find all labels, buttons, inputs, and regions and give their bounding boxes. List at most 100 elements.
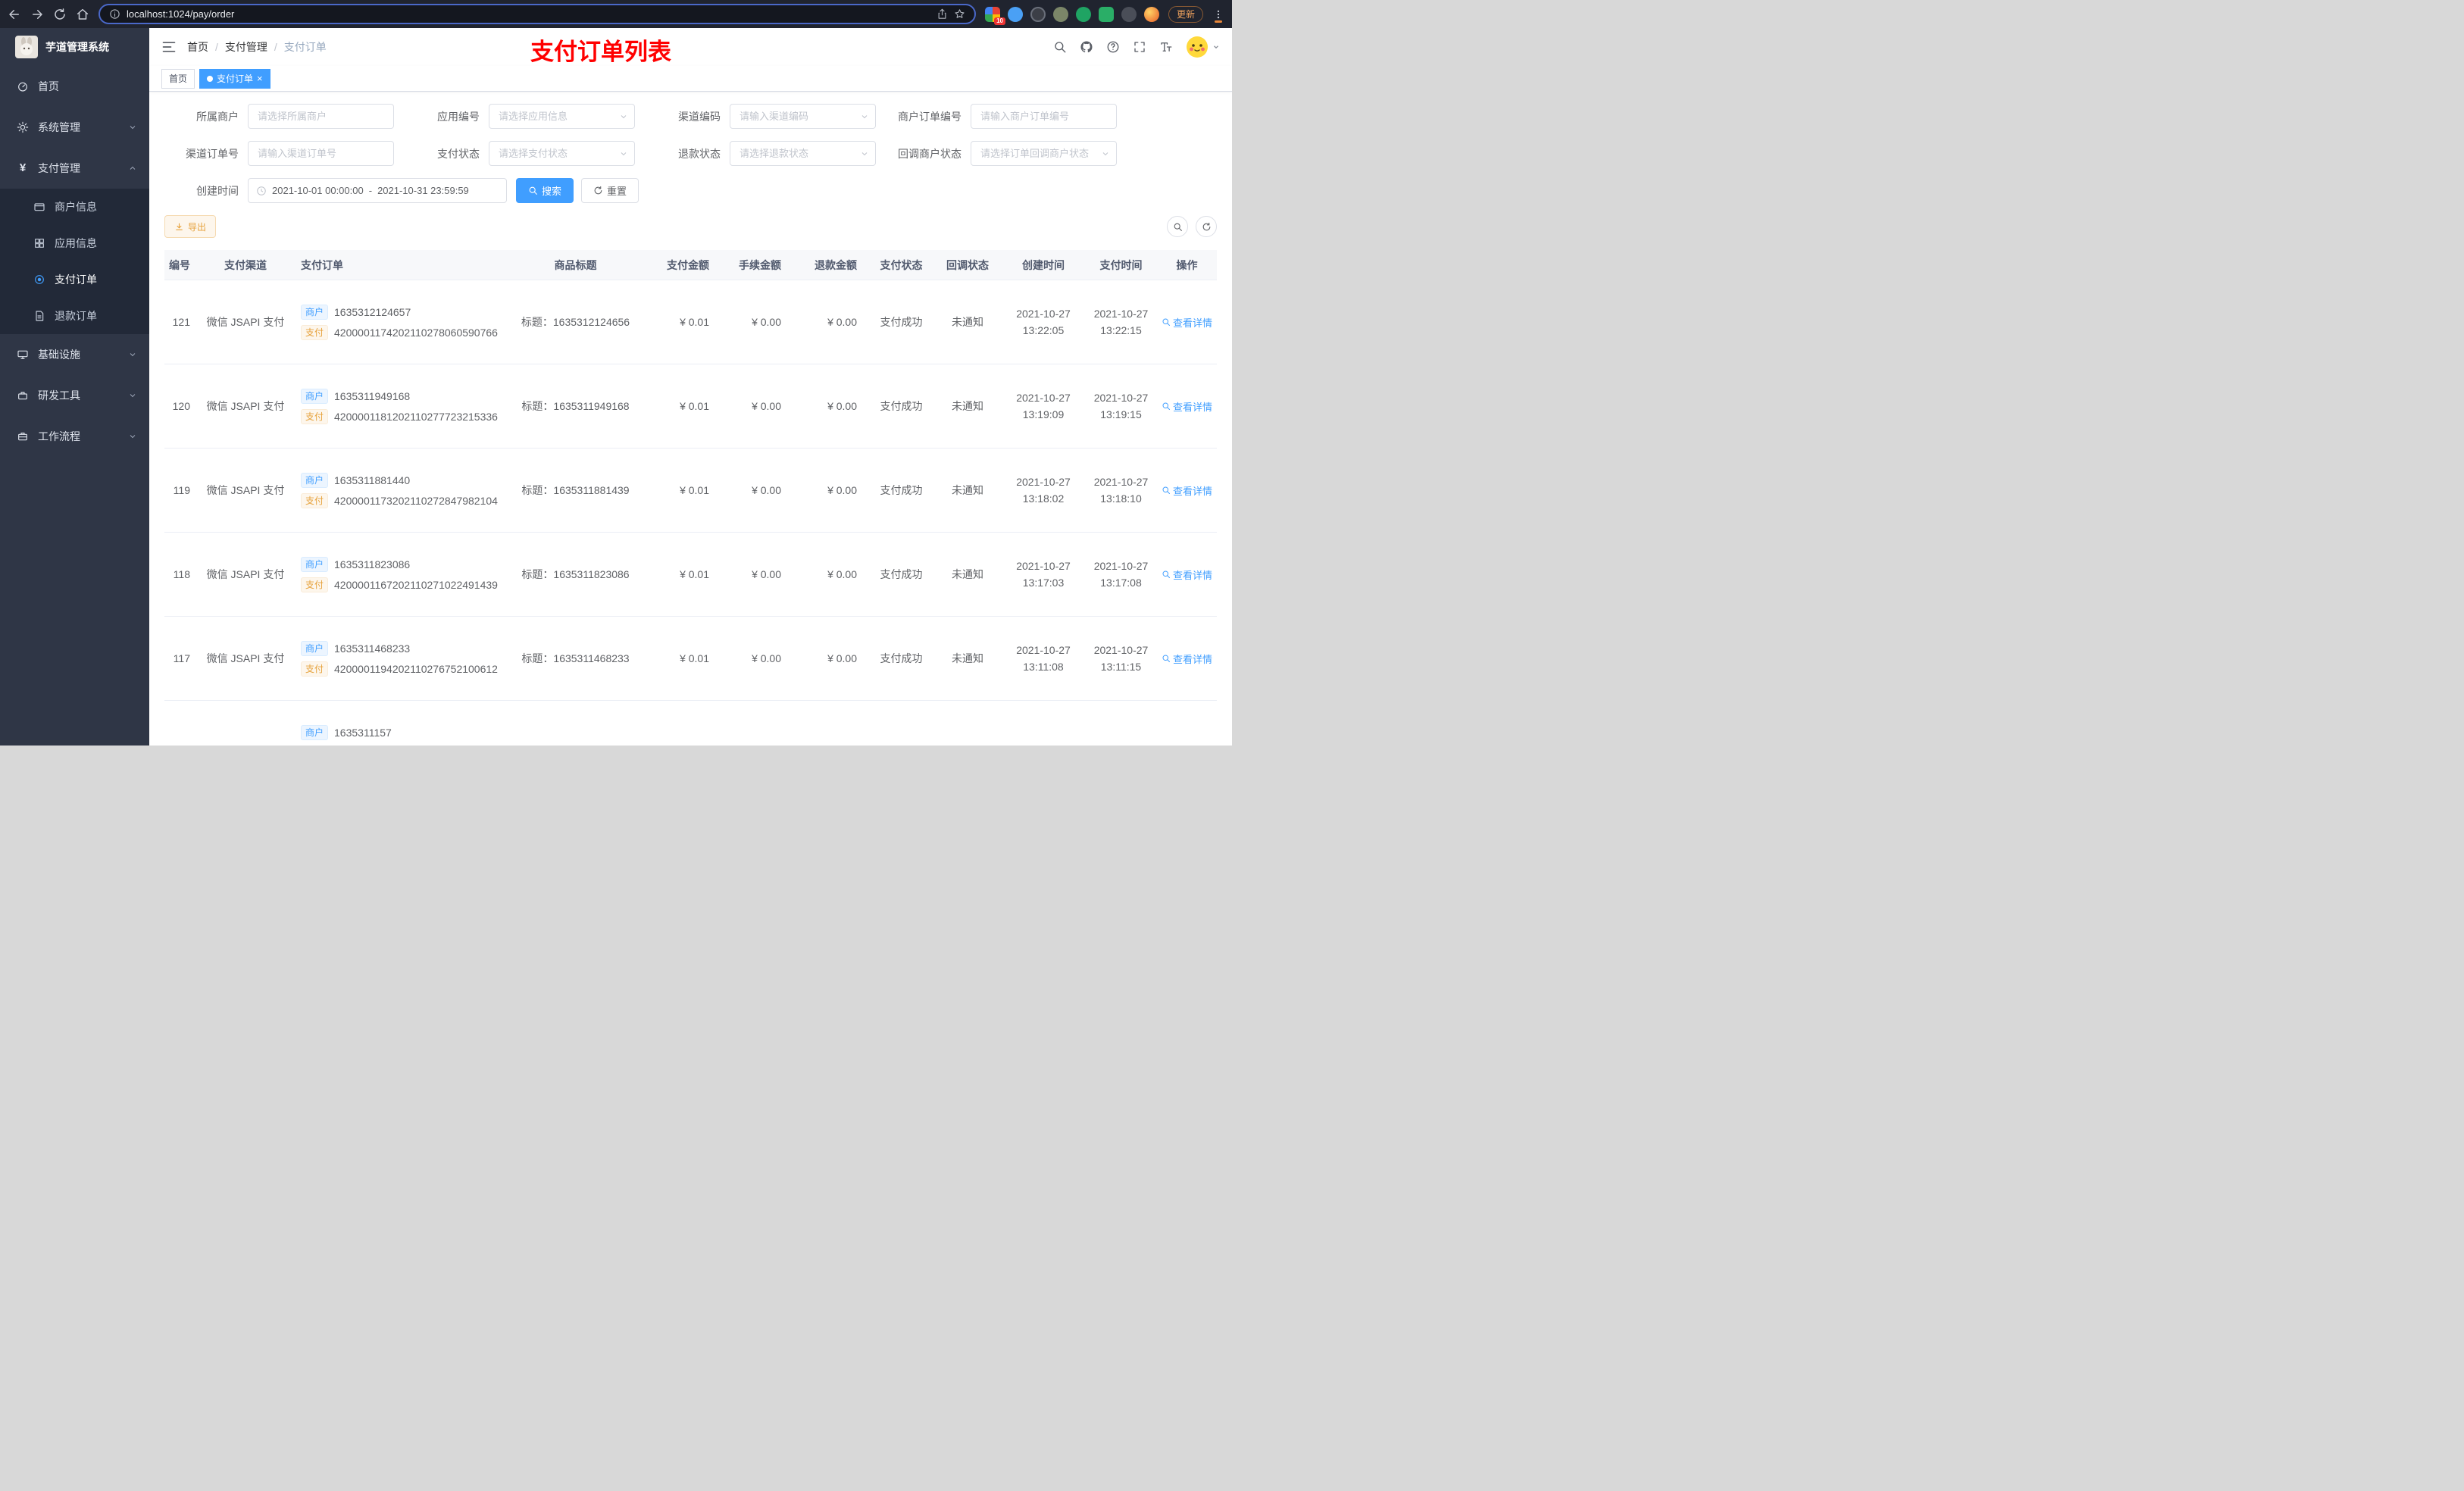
cell-pay-status: 支付成功 bbox=[880, 568, 923, 580]
sidebar-item-devtools[interactable]: 研发工具 bbox=[0, 375, 149, 416]
sidebar-item-merchant-info[interactable]: 商户信息 bbox=[0, 189, 149, 225]
view-detail-link[interactable]: 查看详情 bbox=[1162, 399, 1212, 414]
reset-button[interactable]: 重置 bbox=[581, 178, 639, 203]
col-header-notify-status: 回调状态 bbox=[946, 258, 989, 271]
search-icon[interactable] bbox=[1053, 40, 1067, 54]
url-bar[interactable]: localhost:1024/pay/order bbox=[98, 4, 976, 24]
sidebar-item-home[interactable]: 首页 bbox=[0, 66, 149, 107]
fullscreen-icon[interactable] bbox=[1133, 40, 1146, 54]
sidebar-item-workflow[interactable]: 工作流程 bbox=[0, 416, 149, 457]
filter-label-channel-order-no: 渠道订单号 bbox=[186, 147, 239, 160]
site-info-icon[interactable] bbox=[109, 8, 120, 20]
browser-back-icon[interactable] bbox=[8, 8, 21, 21]
cell-action: 查看详情 bbox=[1157, 315, 1217, 330]
profile-avatar[interactable] bbox=[1143, 6, 1159, 22]
sidebar-item-system[interactable]: 系统管理 bbox=[0, 107, 149, 148]
cell-order: 商户 1635311949168 支付 4200001181202110277723… bbox=[293, 383, 509, 430]
font-size-icon[interactable] bbox=[1159, 40, 1173, 54]
filter-label-merchant-order-no: 商户订单编号 bbox=[898, 110, 962, 123]
clock-icon bbox=[257, 186, 266, 195]
cell-channel: 微信 JSAPI 支付 bbox=[206, 568, 285, 580]
merchant-tag: 商户 bbox=[301, 304, 329, 320]
search-button[interactable]: 搜索 bbox=[516, 178, 574, 203]
cell-fee: ¥ 0.00 bbox=[752, 316, 781, 328]
col-header-refund: 退款金额 bbox=[815, 258, 857, 271]
app-select[interactable] bbox=[489, 104, 635, 129]
merchant-input[interactable] bbox=[248, 104, 394, 129]
toolbox-icon bbox=[17, 389, 29, 402]
cell-pay-amount: ¥ 0.01 bbox=[680, 400, 709, 412]
sidebar-toggle-icon[interactable] bbox=[161, 39, 177, 55]
extension-icon-1[interactable]: 10 bbox=[984, 6, 1005, 25]
channel-order-no-input[interactable] bbox=[248, 141, 394, 166]
date-separator: - bbox=[368, 185, 373, 196]
view-detail-link[interactable]: 查看详情 bbox=[1162, 315, 1212, 330]
cell-channel: 微信 JSAPI 支付 bbox=[206, 652, 285, 664]
col-header-title: 商品标题 bbox=[554, 258, 597, 271]
user-avatar[interactable] bbox=[1186, 36, 1220, 58]
cell-action: 查看详情 bbox=[1157, 652, 1217, 666]
share-icon[interactable] bbox=[937, 8, 948, 20]
table-row: 118 微信 JSAPI 支付 商户 1635311823086 支付 420000… bbox=[164, 533, 1217, 617]
dashboard-icon bbox=[17, 80, 29, 92]
bookmark-star-icon[interactable] bbox=[954, 8, 965, 20]
github-icon[interactable] bbox=[1080, 40, 1093, 54]
cell-refund: ¥ 0.00 bbox=[827, 484, 857, 496]
sidebar-item-app-info[interactable]: 应用信息 bbox=[0, 225, 149, 261]
sidebar-item-refund-order[interactable]: 退款订单 bbox=[0, 298, 149, 334]
extension-icon-5[interactable] bbox=[1075, 6, 1091, 22]
search-icon bbox=[1162, 486, 1170, 494]
sidebar-item-infrastructure[interactable]: 基础设施 bbox=[0, 334, 149, 375]
breadcrumb-pay-mgmt[interactable]: 支付管理 bbox=[225, 39, 267, 55]
extension-badge: 10 bbox=[994, 17, 1005, 25]
tab-pay-order[interactable]: 支付订单 × bbox=[199, 68, 270, 89]
browser-home-icon[interactable] bbox=[76, 8, 89, 21]
cell-pay-status: 支付成功 bbox=[880, 400, 923, 412]
cell-channel: 微信 JSAPI 支付 bbox=[206, 316, 285, 328]
breadcrumb-home[interactable]: 首页 bbox=[187, 39, 208, 55]
cell-refund: ¥ 0.00 bbox=[827, 652, 857, 664]
search-icon bbox=[1174, 223, 1182, 231]
tab-home[interactable]: 首页 bbox=[161, 68, 195, 89]
cell-notify-status: 未通知 bbox=[952, 316, 983, 328]
toggle-search-button[interactable] bbox=[1167, 216, 1188, 237]
close-icon[interactable]: × bbox=[257, 73, 263, 83]
table-row: 117 微信 JSAPI 支付 商户 1635311468233 支付 420000… bbox=[164, 617, 1217, 701]
extension-icon-7[interactable] bbox=[1121, 6, 1137, 22]
breadcrumb: 首页 / 支付管理 / 支付订单 bbox=[187, 39, 327, 55]
refresh-table-button[interactable] bbox=[1196, 216, 1217, 237]
col-header-order: 支付订单 bbox=[301, 258, 343, 271]
export-button[interactable]: 导出 bbox=[164, 215, 217, 238]
channel-code-select[interactable] bbox=[730, 104, 876, 129]
extension-icon-4[interactable] bbox=[1052, 6, 1068, 22]
view-detail-link[interactable]: 查看详情 bbox=[1162, 483, 1212, 498]
cell-order: 商户1635311157 支付 bbox=[293, 720, 509, 746]
sidebar-item-payment[interactable]: ¥ 支付管理 bbox=[0, 148, 149, 189]
view-detail-link[interactable]: 查看详情 bbox=[1162, 652, 1212, 666]
briefcase-icon bbox=[17, 430, 29, 442]
col-header-id: 编号 bbox=[169, 258, 190, 271]
col-header-pay-amount: 支付金额 bbox=[667, 258, 709, 271]
cell-refund: ¥ 0.00 bbox=[827, 316, 857, 328]
notify-status-select[interactable] bbox=[971, 141, 1117, 166]
extension-icon-3[interactable] bbox=[1030, 6, 1046, 22]
help-icon[interactable] bbox=[1106, 40, 1120, 54]
browser-chrome: localhost:1024/pay/order 10 更新 bbox=[0, 0, 1232, 28]
pay-status-select[interactable] bbox=[489, 141, 635, 166]
target-icon bbox=[33, 274, 45, 286]
logo[interactable]: 芋道管理系统 bbox=[0, 28, 149, 66]
browser-menu-icon[interactable] bbox=[1212, 6, 1224, 23]
date-range-input[interactable]: 2021-10-01 00:00:00 - 2021-10-31 23:59:5… bbox=[248, 178, 507, 203]
browser-reload-icon[interactable] bbox=[53, 8, 67, 21]
update-button[interactable]: 更新 bbox=[1168, 5, 1203, 23]
sidebar-item-pay-order[interactable]: 支付订单 bbox=[0, 261, 149, 298]
cell-pay-status: 支付成功 bbox=[880, 484, 923, 496]
cell-pay-status: 支付成功 bbox=[880, 316, 923, 328]
view-detail-link[interactable]: 查看详情 bbox=[1162, 567, 1212, 582]
cell-action: 查看详情 bbox=[1157, 399, 1217, 414]
extension-icon-2[interactable] bbox=[1007, 6, 1023, 22]
extension-icon-6[interactable] bbox=[1098, 6, 1114, 22]
refund-status-select[interactable] bbox=[730, 141, 876, 166]
browser-forward-icon[interactable] bbox=[30, 8, 44, 21]
merchant-order-no-input[interactable] bbox=[971, 104, 1117, 129]
